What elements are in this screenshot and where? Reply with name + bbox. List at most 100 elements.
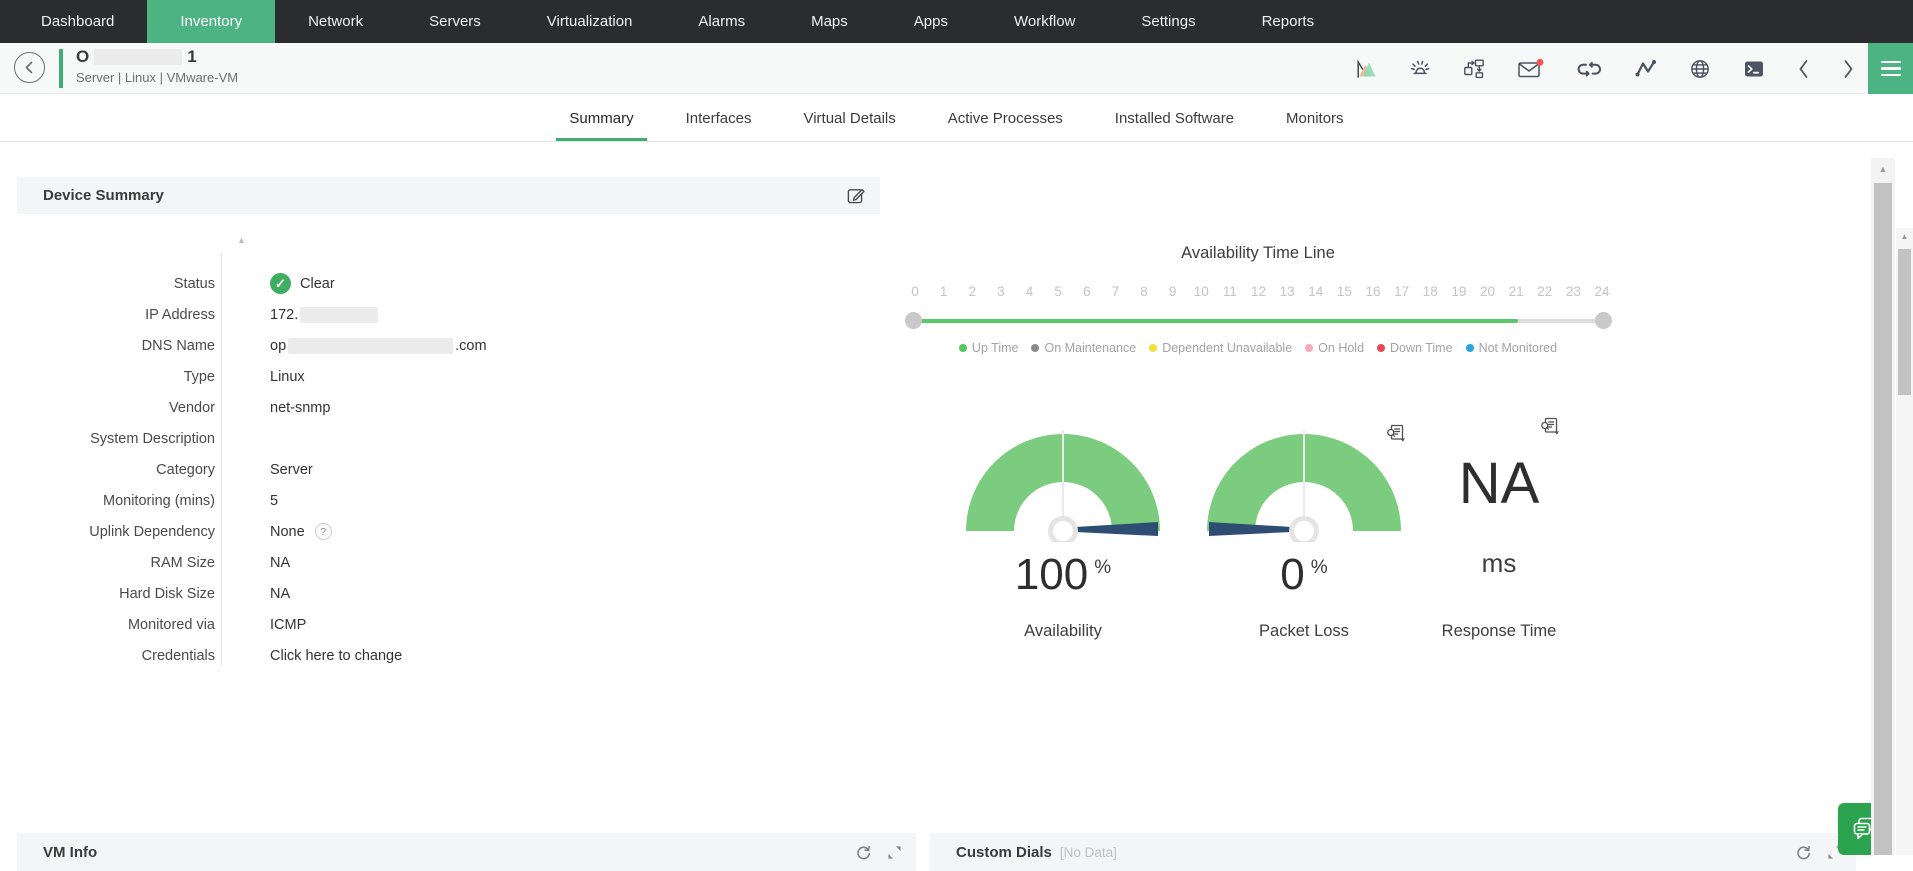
legend-label: Up Time — [971, 341, 1019, 355]
tab-monitors[interactable]: Monitors — [1280, 96, 1350, 140]
scrollbar-outer[interactable]: ▲ — [1871, 158, 1895, 855]
field-label: System Description — [90, 430, 215, 447]
area-chart-icon[interactable] — [1355, 58, 1377, 80]
custom-dials-no-data: [No Data] — [1059, 844, 1117, 860]
tab-virtual-details[interactable]: Virtual Details — [797, 96, 901, 140]
legend-dot-icon — [1465, 344, 1474, 352]
nav-item-maps[interactable]: Maps — [778, 0, 881, 43]
nav-item-inventory[interactable]: Inventory — [147, 0, 276, 43]
packet-loss-gauge — [1207, 430, 1401, 542]
field-row: RAM Size NA — [17, 547, 877, 578]
timeline-tick: 18 — [1422, 284, 1438, 299]
field-row: IP Address 172. — [17, 299, 877, 330]
timeline-handle-end[interactable] — [1595, 312, 1612, 329]
legend-item-on-maintenance: On Maintenance — [1031, 341, 1136, 355]
tab-interfaces[interactable]: Interfaces — [680, 96, 758, 140]
field-label: Category — [156, 461, 215, 478]
timeline-handle-start[interactable] — [905, 312, 922, 329]
device-tabs: Summary Interfaces Virtual Details Active P… — [0, 94, 1913, 142]
legend-item-on-hold: On Hold — [1305, 341, 1364, 355]
nav-item-reports[interactable]: Reports — [1229, 0, 1348, 43]
collapse-arrow-icon[interactable]: ▲ — [237, 235, 246, 245]
expand-icon[interactable] — [887, 845, 902, 860]
redacted-value — [300, 306, 379, 323]
chevron-right-icon — [1844, 59, 1853, 78]
chevron-left-icon — [25, 61, 33, 74]
device-summary-header: Device Summary — [17, 177, 880, 214]
refresh-icon[interactable] — [855, 844, 872, 861]
field-row: Monitoring (mins) 5 — [17, 485, 877, 516]
edit-device-button[interactable] — [846, 186, 866, 206]
field-value: Linux — [270, 368, 305, 385]
timeline-tick: 15 — [1336, 284, 1352, 299]
nav-item-alarms[interactable]: Alarms — [665, 0, 778, 43]
field-label: Type — [183, 368, 215, 385]
scrollbar-up-arrow[interactable]: ▲ — [1871, 164, 1895, 174]
scrollbar-thumb[interactable] — [1874, 183, 1892, 855]
legend-dot-icon — [1031, 344, 1040, 352]
availability-timeline-title: Availability Time Line — [1181, 244, 1335, 262]
pulse-icon[interactable] — [1635, 58, 1657, 80]
field-value: NA — [270, 585, 291, 602]
tab-active-processes[interactable]: Active Processes — [942, 96, 1069, 140]
nav-item-settings[interactable]: Settings — [1108, 0, 1228, 43]
nav-item-network[interactable]: Network — [275, 0, 396, 43]
help-badge[interactable]: ? — [314, 523, 332, 540]
prev-device-button[interactable] — [1797, 59, 1810, 79]
field-row: Vendor net-snmp — [17, 392, 877, 423]
nav-item-dashboard[interactable]: Dashboard — [8, 0, 147, 43]
scrollbar-inner[interactable]: ▲ — [1896, 228, 1913, 855]
timeline-tick: 8 — [1140, 284, 1148, 299]
alarm-icon[interactable] — [1409, 58, 1431, 80]
mail-badge — [1536, 58, 1544, 66]
response-time-report-icon[interactable] — [1540, 416, 1560, 441]
next-device-button[interactable] — [1842, 59, 1855, 79]
field-row: System Description — [17, 423, 877, 454]
device-header: O 1 Server | Linux | VMware-VM — [0, 43, 1913, 94]
response-time-value: NA — [1458, 451, 1540, 516]
tab-installed-software[interactable]: Installed Software — [1109, 96, 1240, 140]
terminal-icon[interactable] — [1743, 58, 1765, 80]
timeline-tick: 22 — [1537, 284, 1553, 299]
timeline-legend: Up Time On Maintenance Dependent Unavail… — [908, 341, 1608, 355]
field-value: op .com — [270, 337, 487, 354]
nav-item-apps[interactable]: Apps — [881, 0, 981, 43]
link-icon[interactable] — [1576, 58, 1603, 80]
field-label: DNS Name — [141, 337, 215, 354]
timeline-uptime-bar — [913, 319, 1518, 323]
back-button[interactable] — [14, 52, 45, 83]
redacted-device-name — [94, 49, 183, 65]
timeline-ticks: 0 1 2 3 4 5 6 7 8 9 10 11 12 13 14 15 16 17 18 19 20 21 22 23 24 — [903, 284, 1614, 299]
mail-icon[interactable] — [1517, 58, 1544, 80]
response-time-label: Response Time — [1441, 622, 1557, 640]
field-value: net-snmp — [270, 399, 331, 416]
scrollbar-thumb[interactable] — [1898, 249, 1911, 395]
nav-item-workflow[interactable]: Workflow — [981, 0, 1108, 43]
timeline-slider[interactable] — [905, 312, 1612, 329]
timeline-tick: 19 — [1451, 284, 1467, 299]
timeline-tick: 17 — [1394, 284, 1410, 299]
availability-label: Availability — [1024, 622, 1102, 640]
scrollbar-up-arrow[interactable]: ▲ — [1896, 232, 1913, 241]
tab-summary[interactable]: Summary — [556, 96, 647, 141]
packet-loss-report-icon[interactable] — [1386, 423, 1406, 448]
custom-dials-panel-header: Custom Dials [No Data] — [930, 833, 1856, 871]
status-ok-icon: ✓ — [270, 273, 291, 294]
device-name-prefix: O — [76, 47, 90, 66]
field-row: Credentials Click here to change — [17, 640, 877, 671]
field-label: IP Address — [145, 306, 215, 323]
timeline-tick: 21 — [1508, 284, 1524, 299]
nav-item-virtualization[interactable]: Virtualization — [514, 0, 666, 43]
field-value: 172. — [270, 306, 380, 323]
globe-icon[interactable] — [1689, 58, 1711, 80]
device-snapshot-icon[interactable] — [1463, 58, 1485, 80]
field-row: Type Linux — [17, 361, 877, 392]
timeline-tick: 4 — [1025, 284, 1034, 299]
field-value[interactable]: Click here to change — [270, 648, 402, 664]
nav-item-servers[interactable]: Servers — [396, 0, 514, 43]
packet-loss-label: Packet Loss — [1259, 622, 1349, 640]
device-name: O 1 — [76, 46, 197, 68]
legend-dot-icon — [1377, 344, 1386, 352]
refresh-icon[interactable] — [1795, 844, 1812, 861]
menu-button[interactable] — [1868, 43, 1913, 94]
